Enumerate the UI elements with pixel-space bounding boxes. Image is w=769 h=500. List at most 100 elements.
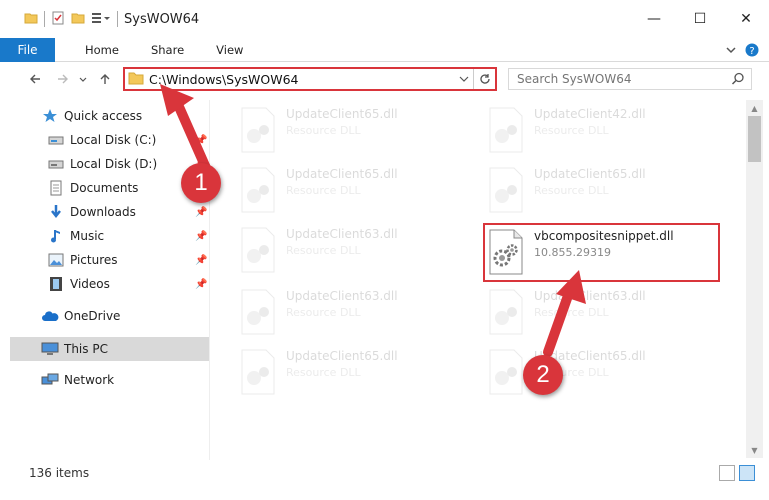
dll-file-icon: [489, 289, 523, 335]
pin-icon[interactable]: 📌: [195, 255, 207, 266]
dll-file-icon: [241, 289, 275, 335]
tiles-view-icon[interactable]: [739, 465, 755, 481]
pictures-icon: [47, 252, 65, 268]
file-description: Resource DLL: [534, 306, 609, 319]
window-title: SysWOW64: [124, 11, 200, 27]
details-view-icon[interactable]: [719, 465, 735, 481]
pin-icon[interactable]: 📌: [195, 279, 207, 290]
sidebar-item-network[interactable]: Network: [41, 369, 114, 391]
new-folder-icon[interactable]: [71, 11, 85, 28]
sidebar-item-label: This PC: [64, 342, 108, 356]
dll-file-icon: [489, 107, 523, 153]
quick-access-toolbar: [0, 11, 118, 28]
file-description: Resource DLL: [534, 184, 609, 197]
sidebar-item-label: Videos: [70, 277, 110, 291]
music-icon: [47, 228, 65, 244]
file-item[interactable]: UpdateClient63.dll Resource DLL: [236, 284, 471, 340]
toolbar-separator: [44, 11, 45, 27]
address-path[interactable]: C:\Windows\SysWOW64: [149, 72, 298, 87]
recent-locations-chevron-icon[interactable]: [76, 68, 90, 90]
sidebar-item-label: OneDrive: [64, 309, 121, 323]
computer-icon: [41, 341, 59, 357]
file-item[interactable]: UpdateClient65.dll Resource DLL: [236, 102, 471, 158]
sidebar-item-videos[interactable]: Videos: [47, 273, 110, 295]
pin-icon[interactable]: 📌: [195, 231, 207, 242]
file-name: UpdateClient42.dll: [534, 107, 646, 121]
customize-toolbar-icon[interactable]: [91, 11, 111, 28]
search-icon[interactable]: [731, 72, 745, 89]
maximize-button[interactable]: ☐: [677, 0, 723, 38]
title-bar: SysWOW64 — ☐ ✕: [0, 0, 769, 38]
pin-icon[interactable]: 📌: [195, 207, 207, 218]
scrollbar-thumb[interactable]: [748, 116, 761, 162]
drive-icon: [47, 132, 65, 148]
tab-home[interactable]: Home: [69, 38, 135, 62]
window-controls: — ☐ ✕: [631, 0, 769, 38]
navigation-bar: C:\Windows\SysWOW64: [0, 62, 769, 96]
svg-text:?: ?: [749, 46, 754, 57]
sidebar-item-music[interactable]: Music: [47, 225, 104, 247]
dll-file-icon: [241, 349, 275, 395]
sidebar-item-this-pc[interactable]: This PC: [41, 338, 108, 360]
sidebar-item-downloads[interactable]: Downloads: [47, 201, 136, 223]
selected-item-highlight: [10, 337, 209, 361]
scroll-up-arrow-icon[interactable]: ▲: [746, 100, 763, 116]
file-highlight-box: [483, 223, 720, 282]
tab-view[interactable]: View: [200, 38, 259, 62]
file-name: UpdateClient63.dll: [286, 289, 398, 303]
callout-badge-1: 1: [181, 163, 221, 203]
dll-file-icon: [489, 349, 523, 395]
file-item[interactable]: UpdateClient65.dll Resource DLL: [484, 162, 719, 218]
sidebar-item-quick-access[interactable]: Quick access: [41, 105, 142, 127]
file-item[interactable]: UpdateClient65.dll Resource DLL: [236, 344, 471, 400]
status-bar: 136 items: [0, 460, 769, 486]
file-item[interactable]: UpdateClient65.dll Resource DLL: [236, 162, 471, 218]
tab-file[interactable]: File: [0, 37, 55, 62]
file-item[interactable]: UpdateClient42.dll Resource DLL: [484, 102, 719, 158]
file-item[interactable]: UpdateClient63.dll Resource DLL: [484, 284, 719, 340]
folder-icon: [128, 71, 144, 88]
refresh-icon[interactable]: [473, 69, 495, 89]
tab-share[interactable]: Share: [135, 38, 200, 62]
back-arrow-icon[interactable]: [24, 68, 46, 90]
file-item[interactable]: UpdateClient65.dll Resource DLL: [484, 344, 719, 400]
folder-icon: [24, 11, 38, 28]
sidebar-item-documents[interactable]: Documents: [47, 177, 138, 199]
sidebar-item-label: Quick access: [64, 109, 143, 123]
file-description: Resource DLL: [534, 124, 609, 137]
address-bar[interactable]: C:\Windows\SysWOW64: [123, 67, 497, 91]
sidebar-item-onedrive[interactable]: OneDrive: [41, 305, 120, 327]
search-box[interactable]: [508, 68, 752, 90]
file-name: UpdateClient65.dll: [286, 349, 398, 363]
network-icon: [41, 372, 59, 388]
scroll-down-arrow-icon[interactable]: ▼: [746, 442, 763, 458]
help-icon[interactable]: ?: [745, 43, 759, 60]
cloud-icon: [41, 308, 59, 324]
file-name: UpdateClient63.dll: [534, 289, 646, 303]
file-description: Resource DLL: [286, 184, 361, 197]
search-input[interactable]: [509, 72, 719, 86]
address-dropdown-chevron-icon[interactable]: [459, 72, 469, 89]
vertical-scrollbar[interactable]: ▲ ▼: [746, 100, 763, 458]
sidebar-item-label: Downloads: [70, 205, 136, 219]
minimize-button[interactable]: —: [631, 0, 677, 38]
sidebar-item-pictures[interactable]: Pictures: [47, 249, 118, 271]
expand-ribbon-icon[interactable]: [725, 44, 737, 59]
forward-arrow-icon[interactable]: [52, 68, 74, 90]
dll-file-icon: [241, 107, 275, 153]
sidebar-item-local-disk-c[interactable]: Local Disk (C:): [47, 129, 156, 151]
file-item[interactable]: UpdateClient63.dll Resource DLL: [236, 222, 471, 278]
properties-icon[interactable]: [51, 11, 65, 28]
documents-icon: [47, 180, 65, 196]
sidebar-item-local-disk-d[interactable]: Local Disk (D:): [47, 153, 157, 175]
up-arrow-icon[interactable]: [94, 68, 116, 90]
file-description: Resource DLL: [286, 124, 361, 137]
toolbar-separator: [117, 11, 118, 27]
pin-icon[interactable]: 📌: [195, 135, 207, 146]
videos-icon: [47, 276, 65, 292]
sidebar-item-label: Pictures: [70, 253, 118, 267]
close-button[interactable]: ✕: [723, 0, 769, 38]
download-icon: [47, 204, 65, 220]
file-name: UpdateClient63.dll: [286, 227, 398, 241]
file-name: UpdateClient65.dll: [286, 167, 398, 181]
